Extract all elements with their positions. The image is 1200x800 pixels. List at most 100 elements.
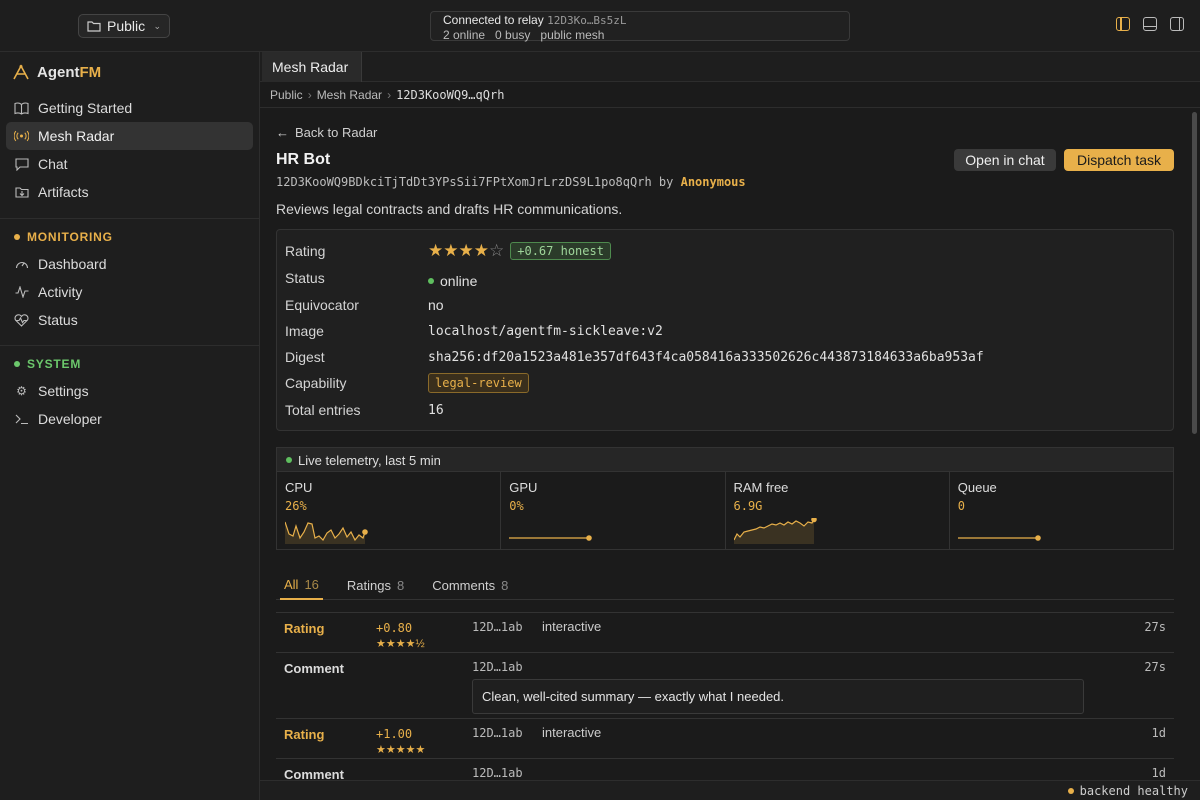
workspace-selector[interactable]: Public ⌄ xyxy=(78,14,170,38)
arrow-left-icon: ← xyxy=(276,125,289,140)
entry-source[interactable]: 12D…1ab xyxy=(472,660,523,674)
entry-source[interactable]: 12D…1ab xyxy=(472,726,523,740)
brand-name: Agent xyxy=(37,63,80,81)
tab-ratings[interactable]: Ratings 8 xyxy=(343,570,408,600)
tab-label: Ratings xyxy=(346,577,391,593)
detail-label: Image xyxy=(285,323,324,339)
sidebar-item-label: Developer xyxy=(38,411,102,427)
list-item: Rating +1.00 ★★★★★ 12D…1ab interactive 1… xyxy=(276,718,1174,758)
entry-kind: Comment xyxy=(284,661,344,676)
chat-icon xyxy=(14,157,29,172)
sidebar-divider xyxy=(0,218,259,219)
sidebar-item-label: Activity xyxy=(38,284,83,300)
comment-text: Clean, well-cited summary — exactly what… xyxy=(472,679,1084,714)
detail-row-equivocator: Equivocator no xyxy=(285,295,1165,315)
toggle-right-panel-icon[interactable] xyxy=(1170,17,1184,31)
star-filled-icon: ★ xyxy=(473,241,489,260)
breadcrumb: Public › Mesh Radar › 12D3KooWQ9…qQrh xyxy=(260,82,1200,108)
metric-name: RAM free xyxy=(733,480,789,495)
sidebar-item-artifacts[interactable]: Artifacts xyxy=(6,178,253,206)
sidebar-item-label: Mesh Radar xyxy=(38,128,115,144)
telemetry-header: Live telemetry, last 5 min xyxy=(276,447,1174,472)
review-tabs: All 16 Ratings 8 Comments 8 xyxy=(276,570,1174,600)
detail-row-capability: Capability legal-review xyxy=(285,373,1165,393)
backend-status: backend healthy xyxy=(1079,783,1188,798)
radar-icon xyxy=(14,129,29,144)
agent-detail: ← Back to Radar HR Bot 12D3KooWQ9BDkciTj… xyxy=(260,108,1188,780)
mesh-label: public mesh xyxy=(540,28,605,42)
entry-source[interactable]: 12D…1ab xyxy=(472,620,523,634)
metric-ram-free: RAM free 6.9G xyxy=(726,472,950,549)
sidebar-item-settings[interactable]: ⚙ Settings xyxy=(6,377,253,405)
online-count: 2 online xyxy=(443,28,486,42)
top-bar: Public ⌄ Connected to relay 12D3Ko…Bs5zL… xyxy=(0,0,1200,52)
breadcrumb-item-public[interactable]: Public xyxy=(270,88,303,102)
tab-count: 16 xyxy=(304,576,319,592)
agent-peer-id: 12D3KooWQ9BDkciTjTdDt3YPsSii7FPtXomJrLrz… xyxy=(276,175,652,189)
detail-label: Capability xyxy=(285,375,347,391)
tab-all[interactable]: All 16 xyxy=(280,570,323,600)
entry-kind: Comment xyxy=(284,767,344,780)
sidebar-item-developer[interactable]: Developer xyxy=(6,405,253,433)
star-filled-icon: ★ xyxy=(458,241,474,260)
entry-stars: ★★★★★ xyxy=(376,744,426,756)
rating-stars: ★★★★☆ xyxy=(428,241,504,261)
download-folder-icon xyxy=(14,185,29,200)
open-in-chat-button[interactable]: Open in chat xyxy=(954,149,1056,171)
detail-label: Digest xyxy=(285,349,325,365)
sidebar-item-label: Getting Started xyxy=(38,100,133,116)
entry-score: +0.80 xyxy=(376,621,413,635)
entry-source[interactable]: 12D…1ab xyxy=(472,766,523,780)
sidebar-item-status[interactable]: Status xyxy=(6,306,253,334)
gear-icon: ⚙ xyxy=(16,384,27,398)
tab-count: 8 xyxy=(397,577,405,593)
folder-icon xyxy=(87,21,101,32)
section-label-text: MONITORING xyxy=(27,230,113,244)
detail-row-image: Image localhost/agentfm-sickleave:v2 xyxy=(285,321,1165,341)
sidebar-item-mesh-radar[interactable]: Mesh Radar xyxy=(6,122,253,150)
status-dot xyxy=(14,234,20,240)
sidebar-item-label: Settings xyxy=(38,383,89,399)
sidebar-item-activity[interactable]: Activity xyxy=(6,278,253,306)
back-to-radar-link[interactable]: ← Back to Radar xyxy=(276,125,377,140)
terminal-icon xyxy=(14,412,29,427)
entry-mode: interactive xyxy=(542,619,602,634)
dispatch-task-button[interactable]: Dispatch task xyxy=(1064,149,1174,171)
logo-icon xyxy=(13,64,29,80)
health-dot xyxy=(1067,787,1074,794)
agent-details-panel: Rating ★★★★☆ +0.67 honest Status online … xyxy=(276,229,1174,431)
metric-value: 0% xyxy=(509,499,524,513)
agent-name: HR Bot xyxy=(276,151,331,168)
sidebar-item-label: Artifacts xyxy=(38,184,89,200)
detail-row-rating: Rating ★★★★☆ +0.67 honest xyxy=(285,241,1165,261)
metric-value: 6.9G xyxy=(733,499,763,513)
sidebar-item-dashboard[interactable]: Dashboard xyxy=(6,250,253,278)
cpu-sparkline xyxy=(285,521,368,544)
capability-tag: legal-review xyxy=(428,373,529,393)
toggle-left-panel-icon[interactable] xyxy=(1116,17,1130,31)
scrollbar[interactable] xyxy=(1192,112,1197,434)
brand-suffix: FM xyxy=(79,63,102,81)
metric-name: Queue xyxy=(957,480,997,495)
star-empty-icon: ☆ xyxy=(489,241,505,260)
section-label-text: SYSTEM xyxy=(27,357,82,371)
brand[interactable]: AgentFM xyxy=(12,60,101,84)
gpu-sparkline xyxy=(509,535,593,541)
sidebar-item-label: Chat xyxy=(38,156,68,172)
telemetry-title: Live telemetry, last 5 min xyxy=(298,452,441,468)
breadcrumb-item-mesh-radar[interactable]: Mesh Radar xyxy=(317,88,382,102)
relay-id: 12D3Ko…Bs5zL xyxy=(547,14,627,27)
metric-gpu: GPU 0% xyxy=(501,472,726,549)
pulse-icon xyxy=(14,285,29,300)
honesty-badge: +0.67 honest xyxy=(510,242,611,260)
toggle-bottom-panel-icon[interactable] xyxy=(1143,17,1157,31)
tab-comments[interactable]: Comments 8 xyxy=(428,570,512,600)
detail-row-status: Status online xyxy=(285,268,1165,289)
tab-mesh-radar[interactable]: Mesh Radar xyxy=(262,52,362,82)
sidebar-item-getting-started[interactable]: Getting Started xyxy=(6,94,253,122)
gauge-icon xyxy=(14,257,29,272)
heart-icon xyxy=(14,313,29,328)
monitoring-section-label: MONITORING xyxy=(14,230,113,244)
sidebar-item-chat[interactable]: Chat xyxy=(6,150,253,178)
sidebar-item-label: Status xyxy=(38,312,78,328)
